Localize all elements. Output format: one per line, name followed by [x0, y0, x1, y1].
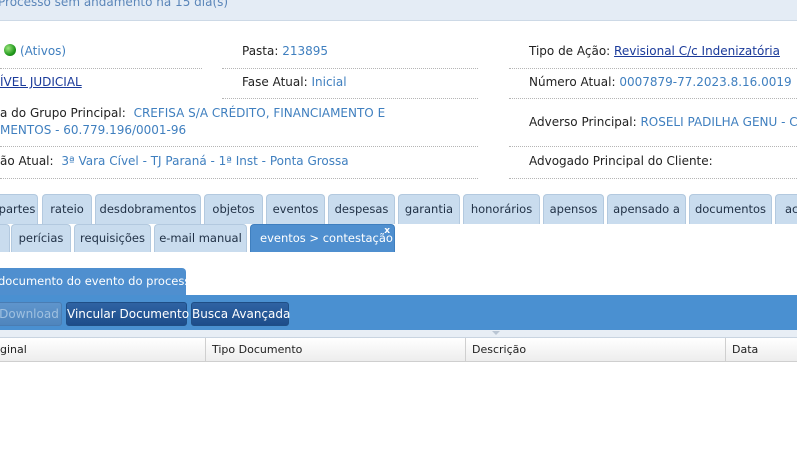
process-status: (Ativos) — [4, 44, 66, 58]
advogado-field: Advogado Principal do Cliente: — [529, 154, 713, 168]
divider — [509, 98, 797, 99]
orgao-label: ão Atual: — [0, 154, 54, 168]
divider — [222, 98, 478, 99]
grupo-label: a do Grupo Principal: — [0, 106, 126, 120]
area-link[interactable]: ÍVEL JUDICIAL — [0, 75, 82, 89]
divider — [0, 178, 478, 179]
numero-field: Número Atual: 0007879-77.2023.8.16.0019 — [529, 75, 792, 89]
fase-value: Inicial — [311, 75, 347, 89]
tab-garantia[interactable]: garantia — [398, 194, 460, 224]
grupo-field-line2: MENTOS - 60.779.196/0001-96 — [0, 123, 186, 137]
tab-documentos[interactable]: documentos — [689, 194, 772, 224]
divider — [0, 68, 202, 69]
grupo-value-line2: MENTOS - 60.779.196/0001-96 — [0, 123, 187, 137]
status-active-icon — [4, 44, 16, 56]
tab-requisicoes[interactable]: requisições — [74, 224, 151, 252]
column-header-descricao[interactable]: Descrição — [466, 338, 726, 362]
tab-rateio[interactable]: rateio — [42, 194, 92, 224]
pasta-value: 213895 — [282, 44, 329, 58]
status-notice-bar: Processo sem andamento há 15 dia(s) — [0, 0, 797, 21]
tipo-acao-label: Tipo de Ação: — [529, 44, 611, 58]
tab-objetos[interactable]: objetos — [204, 194, 263, 224]
fase-label: Fase Atual: — [242, 75, 308, 89]
no-activity-notice: Processo sem andamento há 15 dia(s) — [0, 0, 229, 9]
adverso-field: Adverso Principal: ROSELI PADILHA GENU -… — [529, 115, 797, 129]
tab-hidden[interactable] — [0, 224, 10, 252]
status-value: (Ativos) — [20, 44, 67, 58]
numero-label: Número Atual: — [529, 75, 616, 89]
tab-apensos[interactable]: apensos — [543, 194, 604, 224]
fase-field: Fase Atual: Inicial — [242, 75, 347, 89]
tab-eventos-contestacao[interactable]: eventos > contestação x — [250, 224, 395, 252]
tab-despesas[interactable]: despesas — [328, 194, 395, 224]
advogado-label: Advogado Principal do Cliente: — [529, 154, 713, 168]
tab-eventos[interactable]: eventos — [266, 194, 325, 224]
divider — [0, 146, 478, 147]
divider — [509, 178, 797, 179]
tab-desdobramentos[interactable]: desdobramentos — [95, 194, 201, 224]
tipo-acao-field: Tipo de Ação: Revisional C/c Indenizatór… — [529, 44, 780, 58]
adverso-value: ROSELI PADILHA GENU - C — [640, 115, 797, 129]
orgao-field: ão Atual: 3ª Vara Cível - TJ Paraná - 1ª… — [0, 154, 349, 168]
tab-more[interactable]: ac — [775, 194, 797, 224]
pasta-label: Pasta: — [242, 44, 279, 58]
vincular-documento-button[interactable]: Vincular Documento — [66, 302, 189, 326]
tab-pericias[interactable]: perícias — [11, 224, 71, 252]
column-header-tipo-documento[interactable]: Tipo Documento — [206, 338, 466, 362]
orgao-value: 3ª Vara Cível - TJ Paraná - 1ª Inst - Po… — [61, 154, 349, 168]
pasta-field: Pasta: 213895 — [242, 44, 328, 58]
tab-partes[interactable]: partes — [0, 194, 38, 224]
tab-email-manual[interactable]: e-mail manual — [154, 224, 247, 252]
column-header-original[interactable]: ginal — [0, 338, 206, 362]
adverso-label: Adverso Principal: — [529, 115, 637, 129]
tipo-acao-link[interactable]: Revisional C/c Indenizatória — [614, 44, 780, 58]
subtab-documento-evento[interactable]: documento do evento do processo — [0, 268, 186, 295]
download-button[interactable]: Download — [0, 302, 62, 326]
document-toolbar: Download Vincular Documento Busca Avança… — [0, 295, 797, 330]
close-icon[interactable]: x — [384, 226, 390, 236]
tab-honorarios[interactable]: honorários — [463, 194, 540, 224]
grupo-value: CREFISA S/A CRÉDITO, FINANCIAMENTO E — [133, 106, 386, 120]
divider — [222, 68, 478, 69]
divider — [509, 68, 797, 69]
tab-apensado-a[interactable]: apensado a — [607, 194, 686, 224]
area-field: ÍVEL JUDICIAL — [0, 75, 82, 89]
grupo-field: a do Grupo Principal: CREFISA S/A CRÉDIT… — [0, 106, 385, 120]
column-header-data[interactable]: Data — [726, 338, 797, 362]
numero-value: 0007879-77.2023.8.16.0019 — [619, 75, 792, 89]
busca-avancada-button[interactable]: Busca Avançada — [191, 302, 290, 326]
collapse-arrow-icon[interactable] — [492, 331, 500, 335]
divider — [509, 146, 797, 147]
grid-splitter[interactable] — [0, 330, 797, 338]
grid-header: ginal Tipo Documento Descrição Data — [0, 338, 797, 362]
